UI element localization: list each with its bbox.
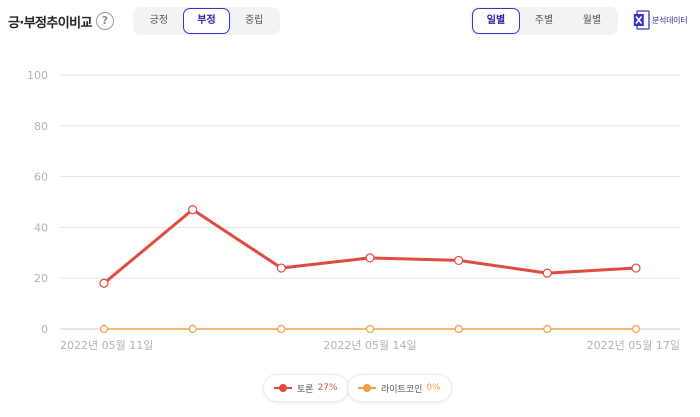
legend-label-series-1: 토론 <box>297 384 314 395</box>
legend-item-series-2[interactable]: 라이트코인 0% <box>347 374 452 402</box>
y-tick-label: 40 <box>34 221 48 234</box>
data-point-series-1[interactable] <box>631 263 641 273</box>
legend-percent-series-2: 0% <box>426 383 441 393</box>
x-tick-label: 2022년 05월 14일 <box>323 338 416 352</box>
data-point-series-2[interactable] <box>454 324 463 334</box>
data-point-series-1[interactable] <box>542 268 552 278</box>
y-tick-label: 100 <box>27 69 48 82</box>
trend-line-chart: 0 20 40 60 80 100 2022년 05월 11일 2022년 05월 14일 20… <box>27 69 680 352</box>
legend-item-series-1[interactable]: 토론 27% <box>263 374 349 402</box>
x-tick-label: 2022년 05월 17일 <box>587 338 680 352</box>
data-point-series-2[interactable] <box>277 324 286 334</box>
y-tick-label: 80 <box>34 120 48 133</box>
data-point-series-2[interactable] <box>543 324 552 334</box>
y-tick-label: 20 <box>34 272 48 285</box>
y-tick-label: 0 <box>41 323 48 336</box>
legend-marker-series-1 <box>274 383 292 393</box>
legend-marker-series-2 <box>358 383 376 393</box>
data-point-series-1[interactable] <box>276 263 286 273</box>
legend-percent-series-1: 27% <box>317 383 338 393</box>
y-tick-label: 60 <box>34 171 48 184</box>
data-point-series-1[interactable] <box>365 253 375 263</box>
data-point-series-1[interactable] <box>99 278 109 288</box>
data-point-series-2[interactable] <box>365 324 375 334</box>
series-line-1 <box>103 208 637 285</box>
x-tick-label: 2022년 05월 11일 <box>60 338 153 352</box>
data-point-series-1[interactable] <box>188 205 198 215</box>
legend-label-series-2: 라이트코인 <box>381 384 423 395</box>
data-point-series-2[interactable] <box>99 324 109 334</box>
data-point-series-2[interactable] <box>631 324 641 334</box>
data-point-series-2[interactable] <box>188 324 197 334</box>
data-point-series-1[interactable] <box>454 255 464 266</box>
